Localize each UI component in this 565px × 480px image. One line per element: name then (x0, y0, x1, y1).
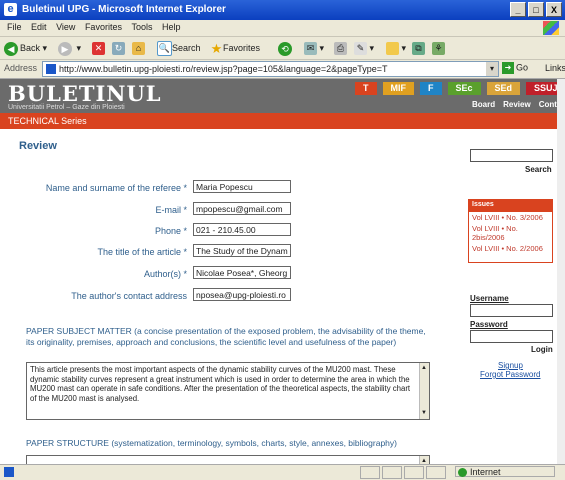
print-icon[interactable]: ⎙ (334, 42, 347, 56)
login-button[interactable]: Login (531, 345, 553, 354)
site-sublogo: Universitatii Petrol – Gaze din Ploiesti (8, 104, 125, 111)
edit-icon[interactable]: ✎ (354, 42, 367, 56)
email-input[interactable]: mpopescu@gmail.com (193, 202, 291, 215)
windows-logo-icon (543, 21, 559, 35)
page-icon (46, 64, 56, 74)
subject-matter-text: This article presents the most important… (30, 365, 411, 403)
tab-t[interactable]: T (355, 82, 377, 95)
nav-board[interactable]: Board (472, 100, 495, 109)
folder-icon[interactable] (386, 42, 399, 56)
menu-file[interactable]: File (7, 22, 22, 32)
go-arrow-icon: ➜ (502, 62, 514, 74)
phone-input[interactable]: 021 - 210.45.00 (193, 223, 291, 236)
globe-icon (458, 468, 467, 477)
menu-edit[interactable]: Edit (31, 22, 47, 32)
menu-help[interactable]: Help (162, 22, 181, 32)
textarea-scrollbar[interactable]: ▲ (419, 456, 429, 464)
page-title: Review (19, 140, 57, 152)
username-label: Username (470, 294, 509, 303)
page-scrollbar[interactable] (557, 79, 565, 464)
issue-link[interactable]: Vol LVIII • No. 2bis/2006 (469, 223, 552, 243)
menu-favorites[interactable]: Favorites (85, 22, 122, 32)
forgot-password-link[interactable]: Forgot Password (480, 370, 540, 379)
maximize-button[interactable]: □ (528, 2, 544, 17)
paper-structure-label: PAPER STRUCTURE (systematization, termin… (26, 438, 397, 448)
site-logo[interactable]: BULETINUL (8, 81, 162, 106)
password-label: Password (470, 320, 508, 329)
forward-button[interactable]: ▶ ▾ (58, 40, 81, 56)
address-dropdown-icon[interactable]: ▾ (486, 62, 498, 76)
go-button[interactable]: ➜ Go (502, 62, 528, 74)
address-url: http://www.bulletin.upg-ploiesti.ro/revi… (59, 64, 388, 74)
minimize-button[interactable]: _ (510, 2, 526, 17)
page-viewport: BULETINUL Universitatii Petrol – Gaze di… (0, 79, 557, 464)
author-contact-label: The author's contact address (71, 291, 187, 301)
search-button[interactable]: Search (525, 165, 552, 174)
issue-link[interactable]: Vol LVIII • No. 3/2006 (469, 212, 552, 223)
back-button[interactable]: ◀ Back ▾ (4, 40, 47, 56)
tab-sec[interactable]: SEc (447, 82, 481, 95)
links-button[interactable]: Links (545, 63, 565, 73)
messenger-icon[interactable]: ⚘ (432, 42, 445, 56)
search-icon: 🔍 (157, 41, 172, 57)
authors-input[interactable]: Nicolae Posea*, Gheorg (193, 266, 291, 279)
author-contact-input[interactable]: nposea@upg-ploiesti.ro (193, 288, 291, 301)
tab-mif[interactable]: MIF (382, 82, 414, 95)
window-titlebar: e Buletinul UPG - Microsoft Internet Exp… (0, 0, 565, 20)
issue-link[interactable]: Vol LVIII • No. 2/2006 (469, 243, 552, 254)
history-icon[interactable]: ⟲ (278, 41, 292, 56)
username-input[interactable] (470, 304, 553, 317)
star-icon: ★ (210, 41, 223, 57)
stop-icon[interactable]: ✕ (92, 42, 105, 56)
referee-name-label: Name and surname of the referee * (45, 183, 187, 193)
tab-sed[interactable]: SEd (486, 82, 521, 95)
password-input[interactable] (470, 330, 553, 343)
address-bar: Address http://www.bulletin.upg-ploiesti… (0, 60, 565, 79)
signup-link[interactable]: Signup (498, 361, 523, 370)
paper-structure-textarea[interactable]: ▲ (26, 455, 430, 464)
series-tabs: T MIF F SEc SEd SSUJ (355, 82, 557, 95)
authors-label: Author(s) * (143, 269, 187, 279)
status-panes (360, 466, 446, 479)
favorites-button[interactable]: ★Favorites (210, 40, 260, 56)
issues-title: Issues (469, 200, 552, 212)
refresh-icon[interactable]: ↻ (112, 42, 125, 56)
article-title-input[interactable]: The Study of the Dynam (193, 244, 291, 257)
mail-icon[interactable]: ✉ (304, 42, 317, 56)
security-zone: Internet (455, 466, 555, 477)
top-nav: Board Review Contact (472, 100, 557, 109)
address-input[interactable]: http://www.bulletin.upg-ploiesti.ro/revi… (42, 61, 499, 77)
subject-matter-label: PAPER SUBJECT MATTER (a concise presenta… (26, 326, 426, 347)
email-label: E-mail * (155, 205, 187, 215)
forward-arrow-icon: ▶ (58, 41, 72, 56)
tab-ssuj[interactable]: SSUJ (526, 82, 557, 95)
referee-name-input[interactable]: Maria Popescu (193, 180, 291, 193)
toolbar: ◀ Back ▾ ▶ ▾ ✕ ↻ ⌂ 🔍 Search ★Favorites ⟲ ✉… (0, 37, 565, 60)
search-input[interactable] (470, 149, 553, 162)
back-arrow-icon: ◀ (4, 41, 18, 56)
window-title: Buletinul UPG - Microsoft Internet Explo… (22, 4, 226, 15)
address-label: Address (4, 63, 38, 73)
search-button[interactable]: 🔍 Search (157, 40, 201, 57)
home-icon[interactable]: ⌂ (132, 42, 145, 56)
article-title-label: The title of the article * (97, 247, 187, 257)
subject-matter-textarea[interactable]: This article presents the most important… (26, 362, 430, 420)
textarea-scrollbar[interactable]: ▲ ▼ (419, 363, 429, 419)
issues-box: Issues Vol LVIII • No. 3/2006 Vol LVIII … (468, 199, 553, 263)
menu-tools[interactable]: Tools (131, 22, 152, 32)
tab-f[interactable]: F (420, 82, 442, 95)
site-header: BULETINUL Universitatii Petrol – Gaze di… (0, 79, 557, 113)
status-bar: Internet (0, 464, 565, 480)
menu-view[interactable]: View (56, 22, 75, 32)
status-page-icon (4, 467, 14, 477)
nav-review[interactable]: Review (503, 100, 531, 109)
nav-contact[interactable]: Contact (539, 100, 557, 109)
research-icon[interactable]: ⧉ (412, 42, 425, 56)
series-banner: TECHNICAL Series (0, 113, 557, 129)
menu-bar: File Edit View Favorites Tools Help (0, 20, 565, 37)
ie-icon: e (4, 3, 17, 16)
close-button[interactable]: X (546, 2, 562, 17)
phone-label: Phone * (154, 226, 187, 236)
